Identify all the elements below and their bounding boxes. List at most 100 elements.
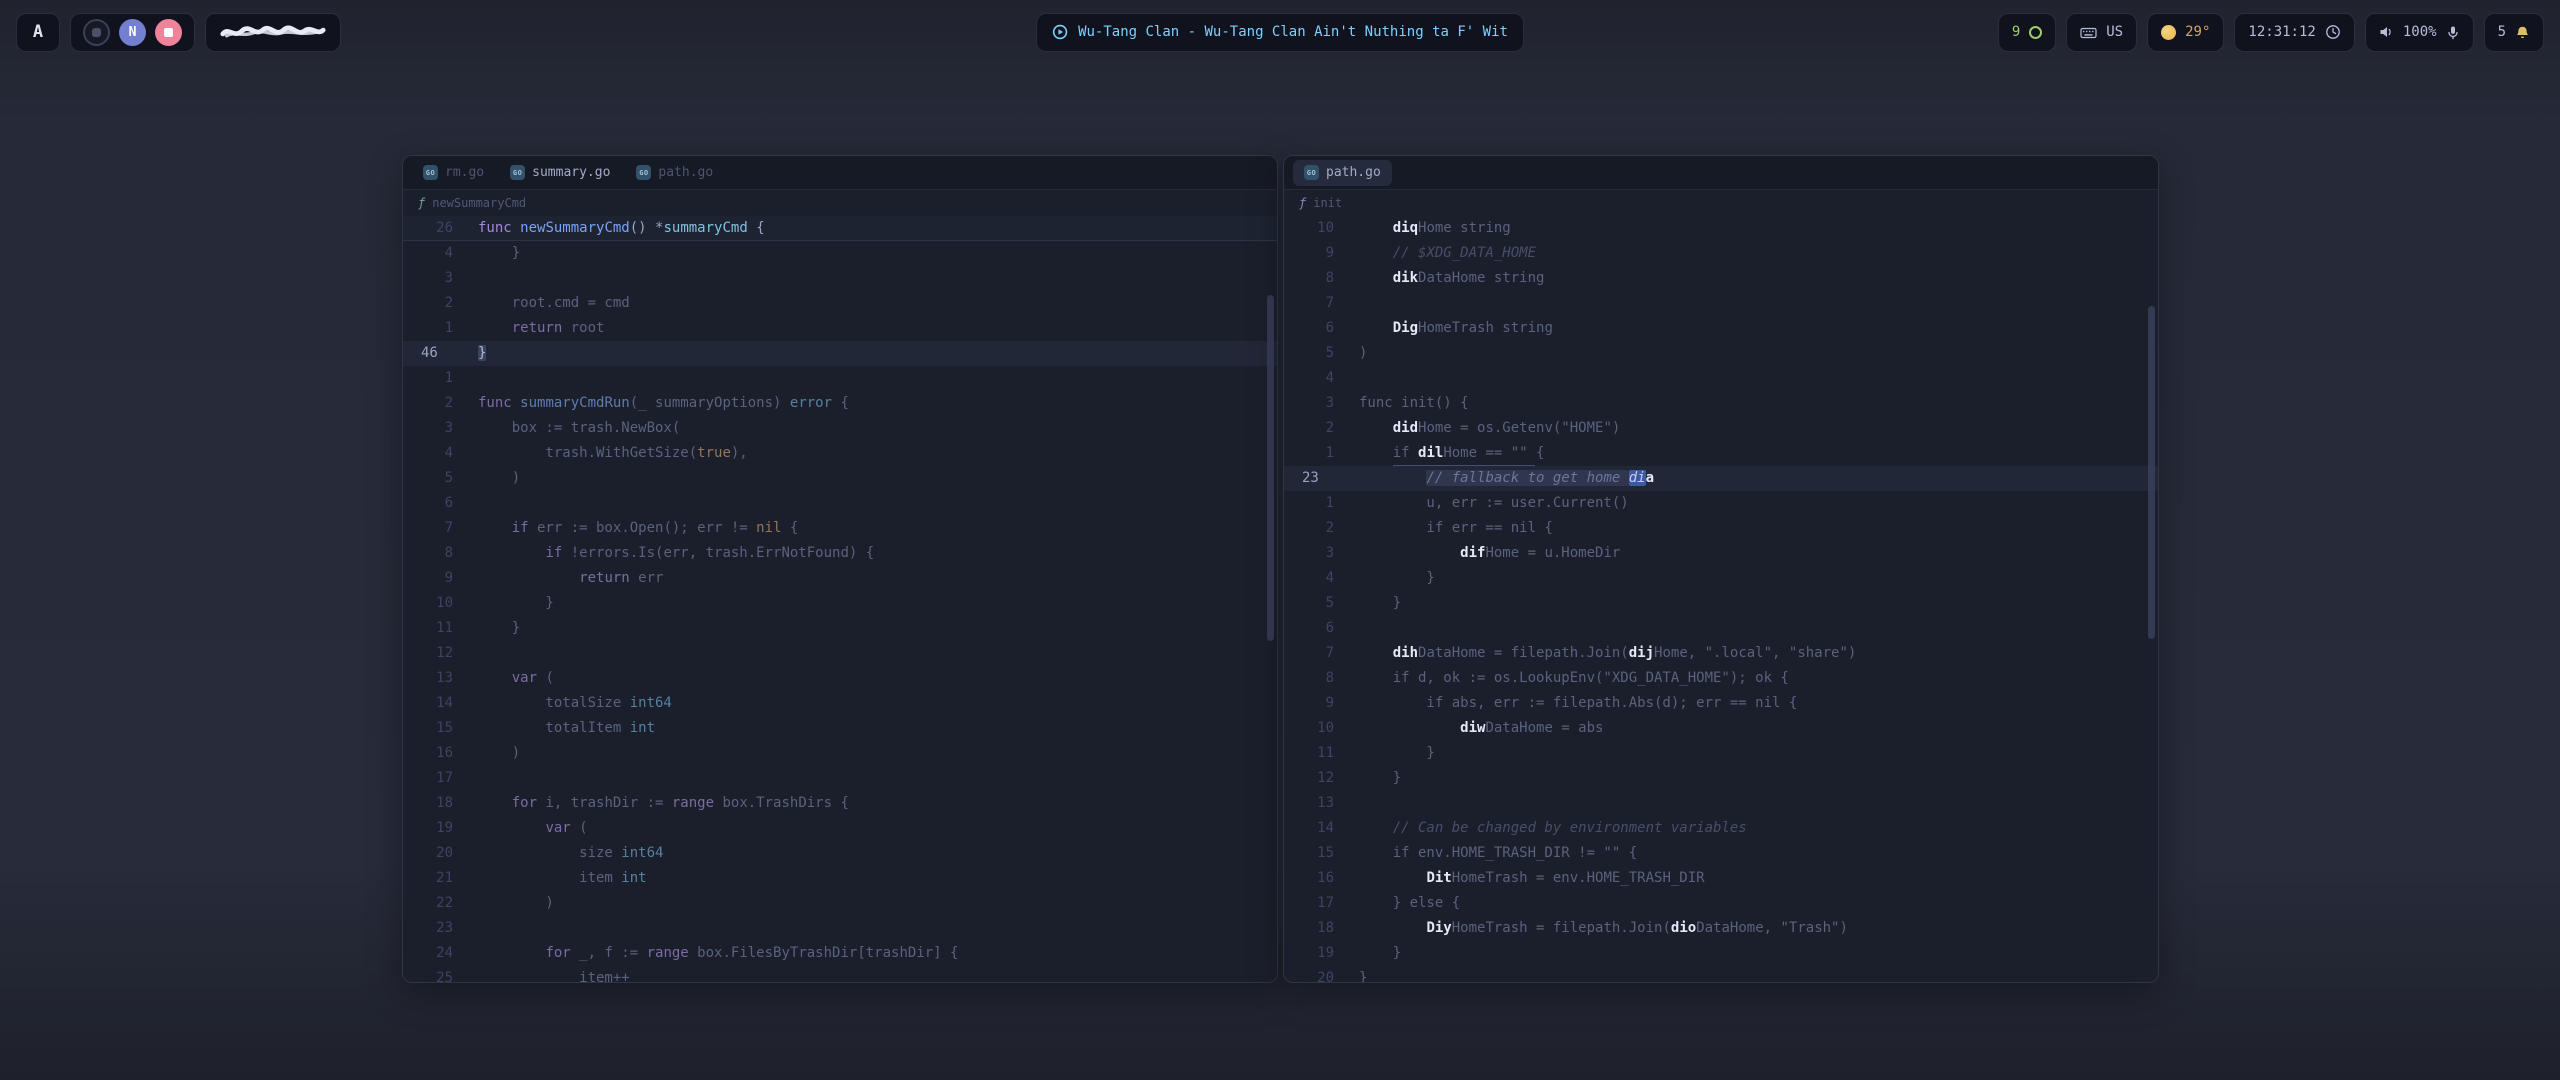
tab-path.go[interactable]: GOpath.go — [625, 160, 724, 186]
code-line[interactable]: 14 totalSize int64 — [403, 691, 1277, 716]
audio-module[interactable]: 100% — [2365, 13, 2474, 52]
code-line[interactable]: 8 if !errors.Is(err, trash.ErrNotFound) … — [403, 541, 1277, 566]
code-line[interactable]: 1 return root — [403, 316, 1277, 341]
code-line[interactable]: 15 totalItem int — [403, 716, 1277, 741]
code-line[interactable]: 21 item int — [403, 866, 1277, 891]
code-line[interactable]: 20 size int64 — [403, 841, 1277, 866]
code-line[interactable]: 12 } — [1284, 766, 2158, 791]
code-line[interactable]: 19 var ( — [403, 816, 1277, 841]
code-line[interactable]: 22 ) — [403, 891, 1277, 916]
code-line[interactable]: 11 } — [403, 616, 1277, 641]
scrollbar-thumb[interactable] — [1267, 295, 1274, 641]
code-line[interactable]: 5 ) — [403, 466, 1277, 491]
line-number: 1 — [403, 366, 453, 391]
keyboard-layout-module[interactable]: US — [2066, 13, 2137, 52]
code-line-cursor[interactable]: 46} — [403, 341, 1277, 366]
code-line[interactable]: 3func init() { — [1284, 391, 2158, 416]
breadcrumb-symbol[interactable]: newSummaryCmd — [432, 196, 526, 210]
code-line[interactable]: 18 for i, trashDir := range box.TrashDir… — [403, 791, 1277, 816]
code-line[interactable]: 2 root.cmd = cmd — [403, 291, 1277, 316]
code-line[interactable]: 17 } else { — [1284, 891, 2158, 916]
code-line[interactable]: 3 difHome = u.HomeDir — [1284, 541, 2158, 566]
code-text: // $XDG_DATA_HOME — [1359, 241, 1536, 266]
breadcrumb-symbol[interactable]: init — [1313, 196, 1342, 210]
speaker-icon — [2379, 25, 2394, 39]
code-line[interactable]: 15 if env.HOME_TRASH_DIR != "" { — [1284, 841, 2158, 866]
weather-temperature: 29° — [2185, 24, 2210, 40]
line-number: 17 — [403, 766, 453, 791]
weather-module[interactable]: 29° — [2147, 13, 2224, 52]
code-line[interactable]: 19 } — [1284, 941, 2158, 966]
launcher-button[interactable]: A — [16, 13, 60, 52]
code-line[interactable]: 6 — [1284, 616, 2158, 641]
code-line[interactable]: 1 — [403, 366, 1277, 391]
tab-rm.go[interactable]: GOrm.go — [412, 160, 495, 186]
code-line[interactable]: 1 u, err := user.Current() — [1284, 491, 2158, 516]
code-line[interactable]: 12 — [403, 641, 1277, 666]
code-line[interactable]: 18 DiyHomeTrash = filepath.Join(dioDataH… — [1284, 916, 2158, 941]
code-line[interactable]: 7 dihDataHome = filepath.Join(dijHome, "… — [1284, 641, 2158, 666]
function-symbol-icon: ƒ — [1299, 196, 1306, 210]
code-text: func summaryCmdRun(_ summaryOptions) err… — [478, 391, 849, 416]
line-number: 15 — [1284, 841, 1334, 866]
code-line[interactable]: 26func newSummaryCmd() *summaryCmd { — [403, 216, 1277, 241]
app-icon — [92, 28, 101, 37]
code-line[interactable]: 8 dikDataHome string — [1284, 266, 2158, 291]
clock-module[interactable]: 12:31:12 — [2234, 13, 2354, 52]
code-line[interactable]: 5) — [1284, 341, 2158, 366]
code-line[interactable]: 3 box := trash.NewBox( — [403, 416, 1277, 441]
code-line[interactable]: 10 diqHome string — [1284, 216, 2158, 241]
workspace-icon-3[interactable] — [155, 19, 182, 46]
code-line[interactable]: 2 didHome = os.Getenv("HOME") — [1284, 416, 2158, 441]
code-line[interactable]: 9 if abs, err := filepath.Abs(d); err ==… — [1284, 691, 2158, 716]
go-file-icon: GO — [636, 165, 651, 180]
code-line[interactable]: 24 for _, f := range box.FilesByTrashDir… — [403, 941, 1277, 966]
line-number: 8 — [403, 541, 453, 566]
code-line[interactable]: 7 — [1284, 291, 2158, 316]
code-line[interactable]: 16 ) — [403, 741, 1277, 766]
media-player-module[interactable]: Wu-Tang Clan - Wu-Tang Clan Ain't Nuthin… — [1036, 13, 1524, 52]
updates-module[interactable]: 9 — [1998, 13, 2056, 52]
notifications-module[interactable]: 5 — [2484, 13, 2544, 52]
sticky-context-line: 26func newSummaryCmd() *summaryCmd { — [403, 216, 1277, 241]
code-line[interactable]: 4 — [1284, 366, 2158, 391]
line-number: 7 — [1284, 641, 1334, 666]
code-line[interactable]: 9 // $XDG_DATA_HOME — [1284, 241, 2158, 266]
workspace-icon-1[interactable] — [83, 19, 110, 46]
tab-bar-right: GOpath.go — [1284, 156, 2158, 190]
code-line[interactable]: 3 — [403, 266, 1277, 291]
code-line[interactable]: 4 } — [1284, 566, 2158, 591]
tab-label: summary.go — [532, 165, 610, 180]
code-line[interactable]: 7 if err := box.Open(); err != nil { — [403, 516, 1277, 541]
code-line[interactable]: 1 if dilHome == "" { — [1284, 441, 2158, 466]
scrollbar-thumb[interactable] — [2148, 306, 2155, 639]
code-line[interactable]: 16 DitHomeTrash = env.HOME_TRASH_DIR — [1284, 866, 2158, 891]
code-line[interactable]: 13 — [1284, 791, 2158, 816]
bell-icon — [2515, 25, 2530, 40]
code-line[interactable]: 13 var ( — [403, 666, 1277, 691]
code-line[interactable]: 4 } — [403, 241, 1277, 266]
tab-summary.go[interactable]: GOsummary.go — [499, 160, 621, 186]
code-area: 4 }32 root.cmd = cmd1 return root46}12fu… — [403, 241, 1277, 983]
code-line[interactable]: 11 } — [1284, 741, 2158, 766]
tab-path.go[interactable]: GOpath.go — [1293, 160, 1392, 186]
code-line[interactable]: 8 if d, ok := os.LookupEnv("XDG_DATA_HOM… — [1284, 666, 2158, 691]
code-line[interactable]: 23 — [403, 916, 1277, 941]
code-line[interactable]: 5 } — [1284, 591, 2158, 616]
code-line[interactable]: 2func summaryCmdRun(_ summaryOptions) er… — [403, 391, 1277, 416]
code-line[interactable]: 2 if err == nil { — [1284, 516, 2158, 541]
code-line[interactable]: 17 — [403, 766, 1277, 791]
code-line[interactable]: 25 item++ — [403, 966, 1277, 983]
code-text: if abs, err := filepath.Abs(d); err == n… — [1359, 691, 1797, 716]
active-window-title[interactable] — [205, 13, 341, 52]
code-line[interactable]: 6 DigHomeTrash string — [1284, 316, 2158, 341]
code-line[interactable]: 10 diwDataHome = abs — [1284, 716, 2158, 741]
code-line-cursor[interactable]: 23 // fallback to get home dia — [1284, 466, 2158, 491]
code-line[interactable]: 9 return err — [403, 566, 1277, 591]
workspace-icon-2[interactable]: N — [119, 19, 146, 46]
code-line[interactable]: 14 // Can be changed by environment vari… — [1284, 816, 2158, 841]
code-line[interactable]: 6 — [403, 491, 1277, 516]
code-line[interactable]: 4 trash.WithGetSize(true), — [403, 441, 1277, 466]
code-line[interactable]: 10 } — [403, 591, 1277, 616]
code-line[interactable]: 20} — [1284, 966, 2158, 983]
